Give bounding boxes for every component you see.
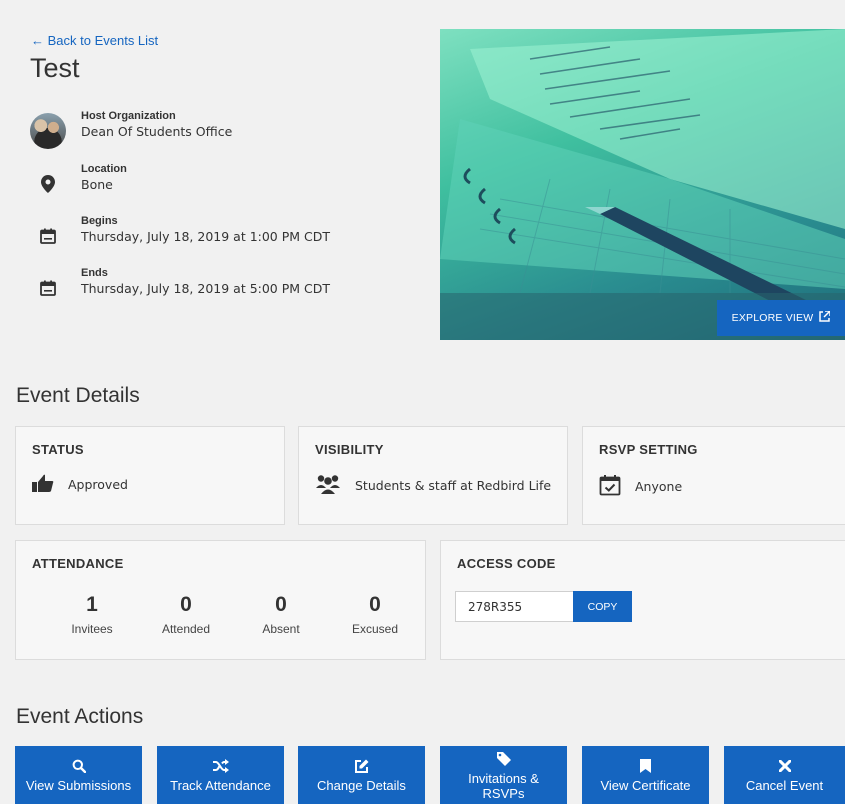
- calendar-icon: [30, 218, 66, 254]
- calendar-icon: [30, 270, 66, 306]
- change-details-label: Change Details: [317, 778, 406, 793]
- host-value[interactable]: Dean Of Students Office: [81, 123, 232, 140]
- view-certificate-label: View Certificate: [600, 778, 691, 793]
- invitations-rsvps-label: Invitations & RSVPs: [468, 770, 539, 801]
- access-code-input[interactable]: [455, 591, 573, 622]
- event-cover-image: EXPLORE VIEW: [440, 29, 845, 340]
- view-certificate-button[interactable]: View Certificate: [582, 746, 709, 804]
- location-value: Bone: [81, 177, 113, 192]
- attendance-title: ATTENDANCE: [32, 556, 124, 571]
- view-submissions-label: View Submissions: [25, 778, 132, 793]
- stat-invitees-label: Invitees: [71, 622, 113, 636]
- cancel-event-label: Cancel Event: [745, 778, 824, 793]
- copy-button[interactable]: COPY: [573, 591, 632, 622]
- stat-excused: 0 Excused: [335, 593, 415, 636]
- explore-view-button[interactable]: EXPLORE VIEW: [717, 300, 845, 336]
- stat-invitees: 1 Invitees: [52, 593, 132, 636]
- explore-view-label: EXPLORE VIEW: [731, 312, 814, 324]
- ends-label: Ends: [81, 267, 108, 279]
- rsvp-title: RSVP SETTING: [599, 442, 698, 457]
- event-details-heading: Event Details: [16, 384, 140, 407]
- ends-value: Thursday, July 18, 2019 at 5:00 PM CDT: [81, 281, 331, 296]
- map-pin-icon: [30, 166, 66, 202]
- host-avatar: [30, 113, 66, 149]
- visibility-card: VISIBILITY Students & staff at Redbird L…: [298, 426, 568, 525]
- stat-excused-value: 0: [369, 593, 381, 616]
- begins-value: Thursday, July 18, 2019 at 1:00 PM CDT: [81, 229, 331, 244]
- begins: Begins Thursday, July 18, 2019 at 1:00 P…: [30, 214, 410, 258]
- tag-icon: [496, 750, 511, 768]
- location: Location Bone: [30, 162, 410, 206]
- change-details-button[interactable]: Change Details: [298, 746, 425, 804]
- shuffle-icon: [212, 757, 229, 775]
- event-actions-heading: Event Actions: [16, 705, 144, 728]
- thumbs-up-icon: [32, 474, 54, 495]
- cancel-event-button[interactable]: Cancel Event: [724, 746, 845, 804]
- calendar-check-icon: [599, 474, 621, 499]
- invitations-rsvps-button[interactable]: Invitations & RSVPs: [440, 746, 567, 804]
- rsvp-value: Anyone: [635, 479, 683, 494]
- view-submissions-button[interactable]: View Submissions: [15, 746, 142, 804]
- host-organization: Host Organization Dean Of Students Offic…: [30, 109, 410, 153]
- visibility-title: VISIBILITY: [315, 442, 384, 457]
- ends: Ends Thursday, July 18, 2019 at 5:00 PM …: [30, 266, 410, 310]
- bookmark-icon: [640, 757, 651, 775]
- access-code-title: ACCESS CODE: [457, 556, 556, 571]
- location-label: Location: [81, 163, 127, 175]
- stat-absent: 0 Absent: [241, 593, 321, 636]
- stat-excused-label: Excused: [351, 622, 399, 636]
- stat-invitees-value: 1: [86, 593, 98, 616]
- stat-attended-value: 0: [180, 593, 192, 616]
- status-card: STATUS Approved: [15, 426, 285, 525]
- search-icon: [72, 757, 86, 775]
- host-label: Host Organization: [81, 110, 176, 122]
- track-attendance-label: Track Attendance: [170, 778, 271, 793]
- track-attendance-button[interactable]: Track Attendance: [157, 746, 284, 804]
- rsvp-card: RSVP SETTING Anyone: [582, 426, 845, 525]
- attendance-card: ATTENDANCE 1 Invitees 0 Attended 0 Absen…: [15, 540, 426, 660]
- stat-attended-label: Attended: [161, 622, 211, 636]
- event-title: Test: [30, 53, 80, 83]
- back-to-events-link[interactable]: ← Back to Events List: [31, 33, 158, 48]
- status-value: Approved: [68, 477, 128, 492]
- stat-absent-label: Absent: [262, 622, 300, 636]
- stat-absent-value: 0: [275, 593, 287, 616]
- users-icon: [315, 474, 341, 497]
- begins-label: Begins: [81, 215, 118, 227]
- visibility-value: Students & staff at Redbird Life: [355, 478, 552, 493]
- edit-icon: [354, 757, 369, 775]
- access-code-card: ACCESS CODE COPY: [440, 540, 845, 660]
- status-title: STATUS: [32, 442, 84, 457]
- external-link-icon: [819, 310, 832, 325]
- stat-attended: 0 Attended: [146, 593, 226, 636]
- close-icon: [778, 757, 791, 775]
